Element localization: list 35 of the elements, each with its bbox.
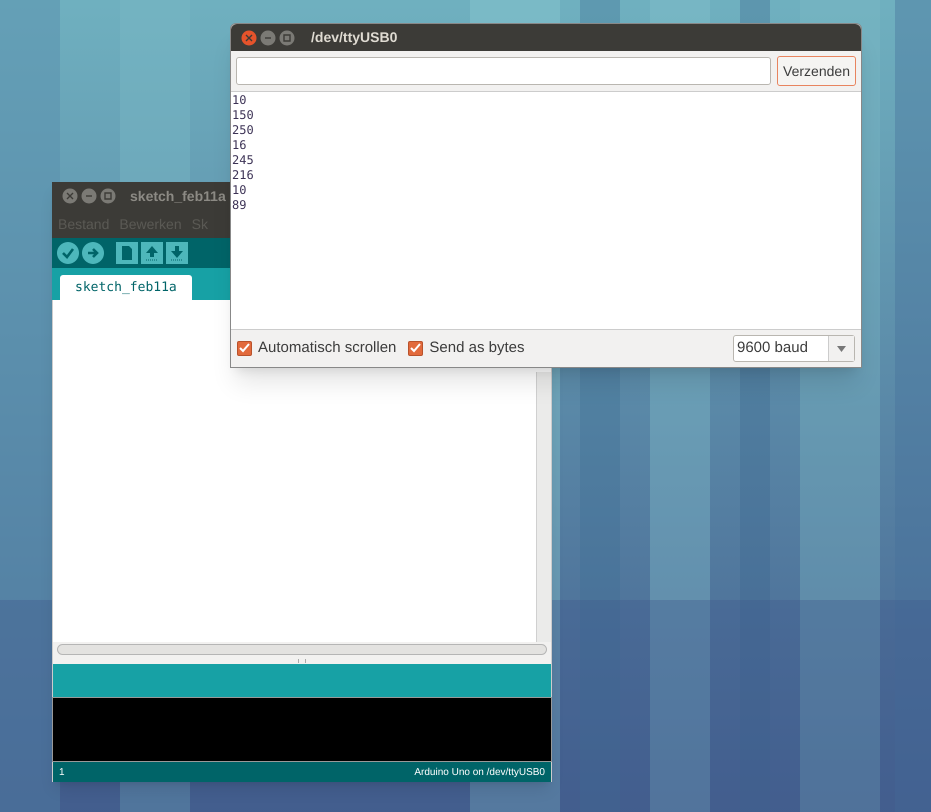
window-title: sketch_feb11a: [130, 186, 226, 206]
output-line: 16: [232, 138, 248, 153]
output-line: 216: [232, 168, 255, 183]
caret-icon: [837, 346, 846, 352]
maximize-button[interactable]: [100, 188, 116, 204]
editor-tab[interactable]: sketch_feb11a: [60, 275, 192, 300]
arrow-right-icon[interactable]: [82, 242, 104, 264]
board-status: Arduino Uno on /dev/ttyUSB0: [414, 766, 545, 780]
checkbox-label: Automatisch scrollen: [258, 338, 396, 358]
upload-icon[interactable]: [141, 242, 163, 264]
line-number: 1: [59, 766, 65, 780]
splitter-handle[interactable]: [298, 658, 306, 662]
horizontal-scrollbar[interactable]: [57, 644, 547, 655]
checkbox-label: Send as bytes: [429, 338, 524, 358]
vertical-scrollbar[interactable]: [536, 372, 551, 642]
output-line: 250: [232, 123, 255, 138]
checkbox[interactable]: [237, 341, 252, 356]
close-button[interactable]: [241, 30, 257, 46]
send-input-field[interactable]: [236, 57, 772, 85]
checkbox[interactable]: [408, 341, 424, 356]
output-line: 245: [232, 153, 255, 168]
window-title: /dev/ttyUSB0: [311, 28, 398, 47]
download-icon[interactable]: [166, 242, 188, 264]
output-line: 150: [232, 108, 255, 123]
maximize-button[interactable]: [279, 30, 295, 46]
minimize-button[interactable]: [260, 30, 276, 46]
minimize-button[interactable]: [81, 188, 97, 204]
send-button[interactable]: Verzenden: [777, 56, 856, 86]
output-line: 10: [232, 93, 248, 108]
close-button[interactable]: [62, 188, 78, 204]
output-line: 10: [232, 183, 248, 198]
baud-rate-dropdown[interactable]: 9600 baud: [733, 335, 855, 362]
output-line: 89: [232, 198, 248, 213]
document-icon[interactable]: [116, 242, 138, 264]
verify-icon[interactable]: [57, 242, 79, 264]
